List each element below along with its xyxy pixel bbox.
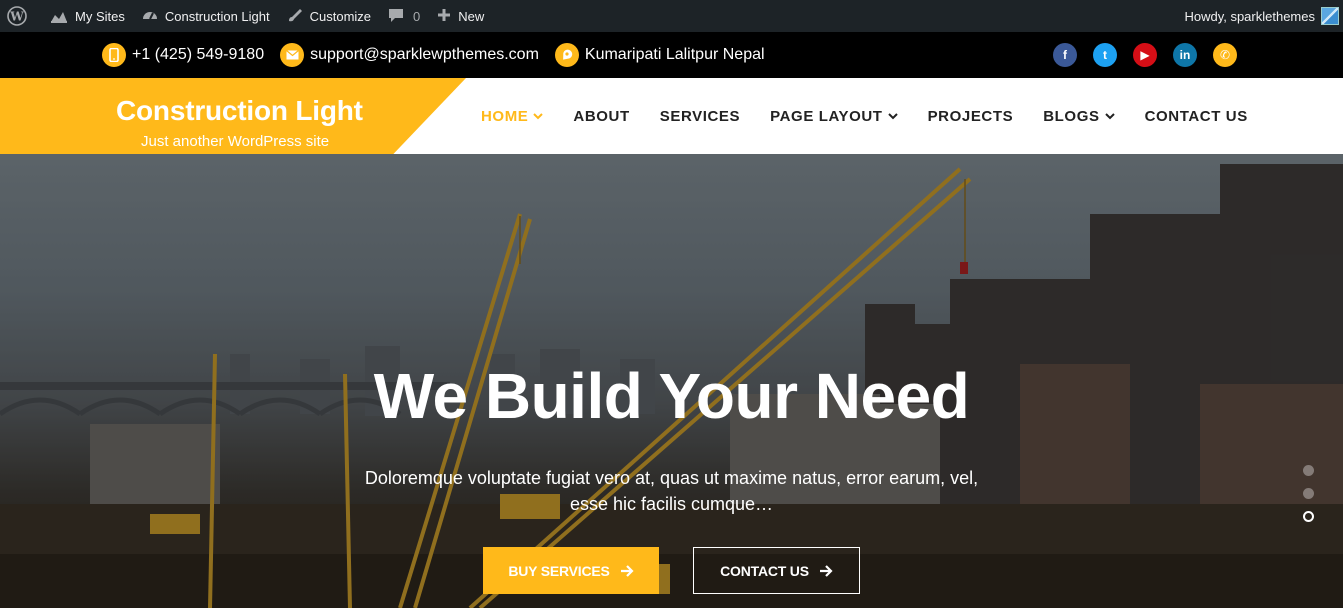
svg-text:W: W — [9, 10, 24, 24]
site-title[interactable]: Construction Light — [116, 95, 363, 127]
nav-item-services[interactable]: SERVICES — [660, 108, 740, 125]
youtube-icon[interactable]: ▶ — [1133, 43, 1157, 67]
slider-dot-1[interactable] — [1303, 465, 1314, 476]
phone-call-icon[interactable]: ✆ — [1213, 43, 1237, 67]
slider-dot-3[interactable] — [1303, 511, 1314, 522]
buy-services-label: BUY SERVICES — [508, 562, 610, 579]
hero-slider: We Build Your Need Doloremque voluptate … — [0, 154, 1343, 608]
facebook-icon[interactable]: f — [1053, 43, 1077, 67]
my-sites-label: My Sites — [75, 8, 125, 24]
comments-count: 0 — [413, 8, 421, 24]
dashboard-icon — [141, 6, 165, 27]
hero-heading: We Build Your Need — [373, 360, 970, 432]
hero-subtext: Doloremque voluptate fugiat vero at, qua… — [360, 465, 983, 517]
wordpress-logo-icon[interactable]: W — [0, 0, 41, 32]
slider-dot-2[interactable] — [1303, 488, 1314, 499]
nav-item-home[interactable]: HOME — [481, 107, 544, 125]
phone-text: +1 (425) 549-9180 — [132, 46, 265, 63]
email-contact[interactable]: support@sparklewpthemes.com — [280, 43, 539, 67]
social-links: f t ▶ in ✆ — [1053, 43, 1237, 67]
arrow-right-icon — [620, 564, 634, 577]
account-menu[interactable]: Howdy, sparklethemes — [1176, 0, 1343, 32]
main-navigation: HOME ABOUT SERVICES PAGE LAYOUT PROJECTS BLOG… — [481, 78, 1278, 154]
site-tagline: Just another WordPress site — [141, 133, 330, 150]
address-text: Kumaripati Lalitpur Nepal — [584, 46, 765, 63]
top-contact-bar: +1 (425) 549-9180 support@sparklewptheme… — [0, 32, 1343, 78]
nav-item-label: BLOGS — [1043, 107, 1100, 125]
linkedin-icon[interactable]: in — [1173, 43, 1197, 67]
nav-item-blogs[interactable]: BLOGS — [1043, 107, 1115, 125]
site-name-menu[interactable]: Construction Light — [133, 0, 278, 32]
brush-icon — [286, 6, 310, 27]
nav-item-projects[interactable]: PROJECTS — [928, 108, 1014, 125]
comment-bubble-icon — [387, 6, 411, 27]
new-content-menu[interactable]: New — [428, 0, 492, 32]
nav-item-about[interactable]: ABOUT — [573, 108, 629, 125]
site-name-label: Construction Light — [164, 8, 270, 24]
buy-services-button[interactable]: BUY SERVICES — [483, 547, 659, 594]
howdy-text: Howdy, sparklethemes — [1184, 8, 1315, 24]
new-label: New — [458, 8, 485, 24]
contact-us-label: CONTACT US — [720, 562, 809, 579]
envelope-icon — [280, 43, 305, 67]
chevron-down-icon — [1104, 112, 1115, 119]
nav-item-label: ABOUT — [573, 107, 630, 125]
arrow-right-icon — [819, 564, 833, 577]
contact-us-button[interactable]: CONTACT US — [693, 547, 860, 594]
nav-item-label: CONTACT US — [1144, 107, 1248, 125]
comments-link[interactable]: 0 — [379, 0, 428, 32]
nav-item-label: HOME — [481, 107, 529, 125]
mobile-phone-icon — [102, 43, 126, 67]
customize-label: Customize — [309, 8, 372, 24]
nav-item-page-layout[interactable]: PAGE LAYOUT — [770, 107, 898, 125]
nav-item-contact-us[interactable]: CONTACT US — [1145, 108, 1248, 125]
map-marker-icon — [554, 43, 579, 67]
plus-icon — [436, 7, 458, 26]
customize-link[interactable]: Customize — [278, 0, 379, 32]
twitter-icon[interactable]: t — [1093, 43, 1117, 67]
slider-pagination — [1303, 465, 1314, 522]
chevron-down-icon — [533, 112, 544, 119]
site-header: Construction Light Just another WordPres… — [0, 78, 1343, 168]
nav-item-label: PAGE LAYOUT — [770, 107, 883, 125]
email-text: support@sparklewpthemes.com — [310, 46, 539, 63]
avatar — [1321, 7, 1339, 25]
my-sites-menu[interactable]: My Sites — [41, 0, 133, 32]
hero-subtext-line-2: esse hic facilis cumque… — [569, 494, 774, 514]
hero-subtext-line-1: Doloremque voluptate fugiat vero at, qua… — [364, 468, 979, 488]
my-sites-icon — [49, 6, 75, 27]
nav-item-label: PROJECTS — [927, 107, 1014, 125]
phone-contact[interactable]: +1 (425) 549-9180 — [102, 43, 264, 67]
chevron-down-icon — [887, 112, 898, 119]
wp-admin-bar: W My Sites Construction Light Customize … — [0, 0, 1343, 32]
address-contact: Kumaripati Lalitpur Nepal — [554, 43, 765, 67]
nav-item-label: SERVICES — [659, 107, 741, 125]
